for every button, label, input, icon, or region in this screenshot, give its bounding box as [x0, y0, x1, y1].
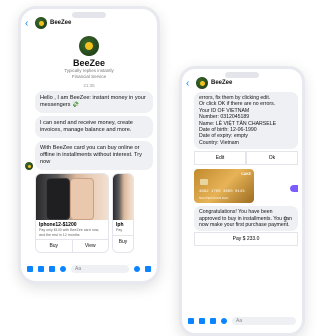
card-actions: Buy	[113, 234, 133, 248]
product-card[interactable]: Iphone12-$1200 Pay only $100 with BeeZee…	[35, 173, 109, 253]
microphone-icon[interactable]	[60, 266, 66, 272]
chat-header: ‹ BeeZee	[25, 16, 153, 30]
camera-icon[interactable]	[38, 266, 44, 272]
message-timestamp: 21:35	[83, 83, 95, 88]
chat-header: ‹ BeeZee	[186, 76, 298, 90]
info-line: Country: Vietnam	[199, 139, 239, 146]
microphone-icon[interactable]	[221, 318, 227, 324]
edit-button[interactable]: Edit	[194, 151, 246, 166]
phone-gold-image	[70, 178, 94, 220]
buy-button[interactable]: Buy	[36, 240, 72, 252]
message-bubble: Hello , I am BeeZee: instant money in yo…	[35, 91, 153, 113]
id-number-text: Number: 0312045189	[199, 114, 250, 121]
share-icon[interactable]: ⇪	[282, 215, 289, 224]
emoji-icon[interactable]	[134, 266, 140, 272]
left-phone-frame: ‹ BeeZee BeeZee Typically replies instan…	[18, 6, 160, 284]
gallery-icon[interactable]	[49, 266, 55, 272]
product-description: Pay only $100 with BeeZee card now, and …	[39, 228, 100, 237]
product-title: Iph	[116, 222, 124, 228]
product-image	[113, 174, 133, 220]
composer-bar: Aa	[25, 263, 153, 275]
back-arrow-icon[interactable]: ‹	[186, 78, 193, 89]
message-row: With BeeZee card you can buy online or o…	[25, 138, 153, 170]
bee-logo-icon	[27, 164, 31, 168]
profile-category: Financial Service	[71, 74, 107, 79]
ok-button[interactable]: Ok	[246, 151, 298, 166]
right-phone-screen: ‹ BeeZee errors, fix them by clicking ed…	[186, 76, 298, 327]
confirm-actions: Edit Ok	[194, 151, 298, 166]
profile-name: BeeZee	[72, 58, 106, 68]
bee-logo-icon	[38, 20, 44, 26]
card-actions: Buy View	[36, 239, 108, 252]
bee-logo-icon	[85, 42, 93, 50]
right-phone-frame: ‹ BeeZee errors, fix them by clicking ed…	[179, 66, 305, 336]
card-holder: NGUYEN PHAN DAO	[199, 196, 229, 201]
message-input[interactable]: Aa	[232, 317, 296, 325]
bot-profile: BeeZee Typically replies instantly Finan…	[25, 36, 153, 88]
credit-card-image: CAKE 4682 1700 3600 0143 NGUYEN PHAN DAO	[194, 169, 254, 204]
view-button[interactable]: View	[71, 240, 109, 252]
left-phone-screen: ‹ BeeZee BeeZee Typically replies instan…	[25, 16, 153, 275]
card-brand: CAKE	[241, 172, 251, 177]
menu-icon[interactable]	[145, 266, 151, 272]
avatar[interactable]	[196, 77, 208, 89]
card-chip-icon	[200, 179, 208, 186]
product-image	[36, 174, 108, 220]
composer-bar: Aa	[186, 315, 298, 327]
profile-avatar	[79, 36, 99, 56]
gallery-icon[interactable]	[210, 318, 216, 324]
chat-header-name[interactable]: BeeZee	[50, 20, 71, 26]
phone-graphite-image	[46, 178, 70, 220]
pay-button[interactable]: Pay $ 233.0	[194, 232, 298, 247]
message-bubble: I can send and receive money, create inv…	[35, 116, 153, 138]
apps-icon[interactable]	[188, 318, 194, 324]
avatar[interactable]	[35, 17, 47, 29]
sender-avatar	[25, 162, 33, 170]
buy-button[interactable]: Buy	[113, 236, 133, 248]
card-number: 4682 1700 3600 0143	[199, 190, 245, 195]
apps-icon[interactable]	[27, 266, 33, 272]
product-carousel[interactable]: Iphone12-$1200 Pay only $100 with BeeZee…	[35, 173, 153, 253]
message-bubble: With BeeZee card you can buy online or o…	[35, 141, 153, 170]
bee-logo-icon	[199, 80, 205, 86]
product-title: Iphone12-$1200	[39, 222, 77, 228]
message-input[interactable]: Aa	[71, 265, 129, 273]
product-card[interactable]: Iph Pay Buy	[112, 173, 134, 253]
back-arrow-icon[interactable]: ‹	[25, 18, 32, 29]
camera-icon[interactable]	[199, 318, 205, 324]
id-info-bubble: errors, fix them by clicking edit. Or cl…	[194, 92, 298, 150]
chat-header-name[interactable]: BeeZee	[211, 80, 232, 86]
floating-tag	[290, 185, 298, 192]
